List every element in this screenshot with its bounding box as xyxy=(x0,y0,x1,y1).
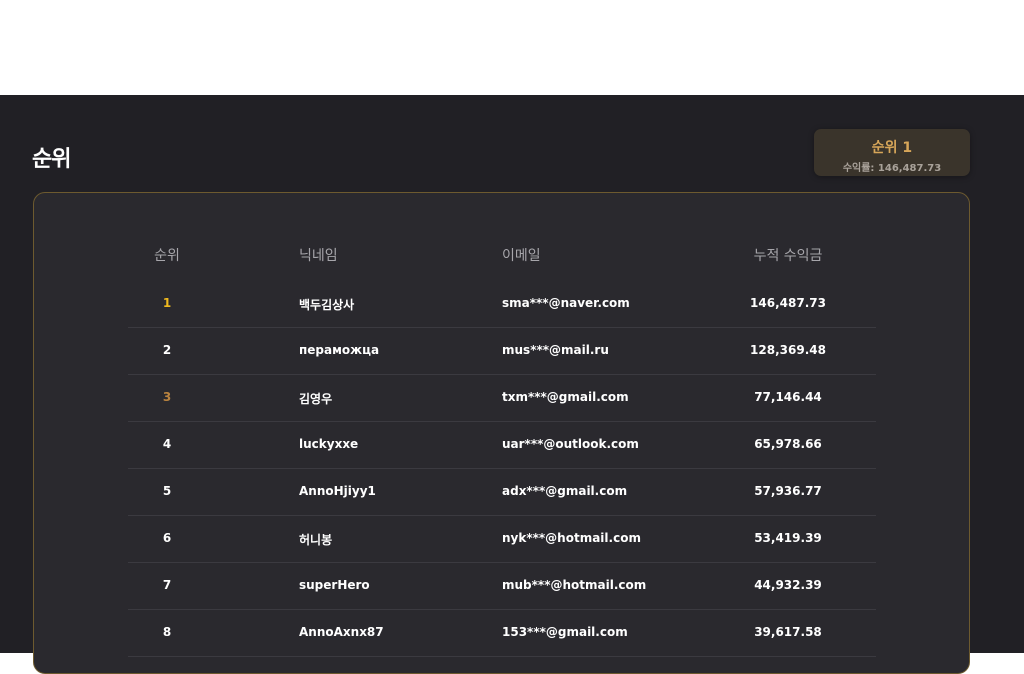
rank-cell: 5 xyxy=(162,484,172,498)
email-cell: 153***@gmail.com xyxy=(502,625,628,639)
table-row: 5 AnnoHjiyy1 adx***@gmail.com 57,936.77 xyxy=(128,469,876,516)
rank-cell: 7 xyxy=(162,578,172,592)
nickname-cell: AnnoHjiyy1 xyxy=(299,484,376,498)
email-cell: mus***@mail.ru xyxy=(502,343,609,357)
nickname-cell: superHero xyxy=(299,578,370,592)
ranking-panel: 순위 순위 1 수익률: 146,487.73 순위 닉네임 이메일 누적 수익… xyxy=(0,95,1024,674)
nickname-cell: 허니봉 xyxy=(299,533,333,547)
table-row: 6 허니봉 nyk***@hotmail.com 53,419.39 xyxy=(128,516,876,563)
rank-cell: 6 xyxy=(162,531,172,545)
rank-cell: 1 xyxy=(162,296,172,310)
email-cell: sma***@naver.com xyxy=(502,296,630,310)
email-cell: adx***@gmail.com xyxy=(502,484,628,498)
ranking-table-card: 순위 닉네임 이메일 누적 수익금 1 백두김상사 sma***@naver.c… xyxy=(33,192,970,674)
rank-cell: 4 xyxy=(162,437,172,451)
total-cell: 65,978.66 xyxy=(754,437,822,451)
email-cell: nyk***@hotmail.com xyxy=(502,531,641,545)
my-return-rate: 수익률: 146,487.73 xyxy=(842,163,942,174)
email-cell: txm***@gmail.com xyxy=(502,390,629,404)
total-cell: 57,936.77 xyxy=(754,484,822,498)
top-blank-area xyxy=(0,0,1024,95)
my-rank-badge: 순위 1 수익률: 146,487.73 xyxy=(814,129,970,176)
page-title: 순위 xyxy=(32,147,71,172)
table-header: 순위 닉네임 이메일 누적 수익금 xyxy=(128,245,876,269)
total-cell: 128,369.48 xyxy=(750,343,826,357)
table-row: 4 luckyxxe uar***@outlook.com 65,978.66 xyxy=(128,422,876,469)
header-nickname: 닉네임 xyxy=(299,248,338,264)
table-row: 2 пераможца mus***@mail.ru 128,369.48 xyxy=(128,328,876,375)
nickname-cell: 백두김상사 xyxy=(299,298,355,312)
header-email: 이메일 xyxy=(502,248,541,264)
table-body: 1 백두김상사 sma***@naver.com 146,487.73 2 пе… xyxy=(128,281,876,657)
table-row: 8 AnnoAxnx87 153***@gmail.com 39,617.58 xyxy=(128,610,876,657)
rank-cell: 8 xyxy=(162,625,172,639)
table-row: 1 백두김상사 sma***@naver.com 146,487.73 xyxy=(128,281,876,328)
nickname-cell: 김영우 xyxy=(299,392,333,406)
header-total-profit: 누적 수익금 xyxy=(753,248,823,264)
my-rank-label: 순위 1 xyxy=(871,140,913,156)
rank-cell: 2 xyxy=(162,343,172,357)
rank-cell: 3 xyxy=(162,390,172,404)
total-cell: 53,419.39 xyxy=(754,531,822,545)
total-cell: 146,487.73 xyxy=(750,296,826,310)
nickname-cell: пераможца xyxy=(299,343,380,357)
header-rank: 순위 xyxy=(154,248,180,264)
nickname-cell: AnnoAxnx87 xyxy=(299,625,384,639)
total-cell: 39,617.58 xyxy=(754,625,822,639)
email-cell: uar***@outlook.com xyxy=(502,437,639,451)
email-cell: mub***@hotmail.com xyxy=(502,578,647,592)
total-cell: 44,932.39 xyxy=(754,578,822,592)
total-cell: 77,146.44 xyxy=(754,390,822,404)
table-row: 7 superHero mub***@hotmail.com 44,932.39 xyxy=(128,563,876,610)
table-row: 3 김영우 txm***@gmail.com 77,146.44 xyxy=(128,375,876,422)
nickname-cell: luckyxxe xyxy=(299,437,359,451)
